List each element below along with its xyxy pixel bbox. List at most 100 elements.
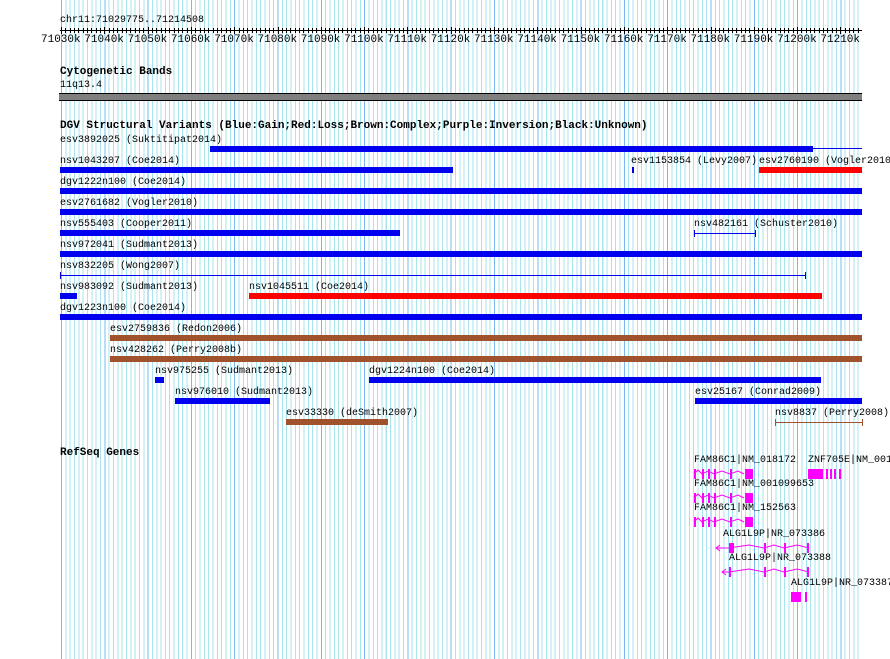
ruler-minor-tick [277,28,279,33]
ruler-tick-label: 71140k [517,34,557,46]
gene-intron [693,469,745,475]
ruler-minor-tick [208,28,210,33]
ruler-minor-tick [450,28,452,33]
gene-exon[interactable] [745,493,753,503]
gene-exon[interactable] [708,469,710,479]
ruler-minor-tick [766,28,768,33]
ruler-minor-tick [121,28,123,33]
ruler-minor-tick [234,28,236,33]
ruler-minor-tick [597,28,599,33]
ruler-minor-tick [255,28,257,33]
ruler-minor-tick [355,28,357,33]
ruler-minor-tick [571,28,573,33]
gene-exon[interactable] [694,517,696,527]
ruler-minor-tick [671,28,673,33]
gene-exon[interactable] [745,469,753,479]
ruler-minor-tick [377,28,379,33]
ruler-minor-tick [108,28,110,33]
ruler-minor-tick [325,28,327,33]
ruler-minor-tick [515,28,517,33]
gene-exon[interactable] [730,469,732,479]
ruler-tick-label: 71200k [777,34,817,46]
ruler-tick-label: 71110k [387,34,427,46]
ruler-minor-tick [307,28,309,33]
ruler-minor-tick [394,28,396,33]
gene-exon[interactable] [729,543,734,553]
ruler-minor-tick [537,28,539,33]
ruler-minor-tick [662,28,664,33]
ruler-minor-tick [476,28,478,33]
ruler-tick-label: 71040k [84,34,124,46]
ruler-minor-tick [775,28,777,33]
gene-exon[interactable] [708,493,710,503]
ruler-minor-tick [294,28,296,33]
ruler-minor-tick [658,28,660,33]
gene-label: FAM86C1|NM_152563 [694,503,797,514]
ruler-minor-tick [190,28,192,33]
gene-exon[interactable] [805,592,807,602]
ruler-minor-tick [840,28,842,33]
gene-exon[interactable] [708,517,710,527]
gene-exon[interactable] [702,493,704,503]
gene-exon[interactable] [729,567,731,577]
gene-exon[interactable] [714,517,716,527]
ruler-minor-tick [849,28,851,33]
ruler-tick-label: 71080k [257,34,298,46]
ruler-minor-tick [420,28,422,33]
gene-exon[interactable] [834,469,836,479]
ruler-minor-tick [688,28,690,33]
ruler-minor-tick [316,28,318,33]
gene-exon[interactable] [784,567,786,577]
gene-exon[interactable] [839,469,841,479]
gene-exon[interactable] [808,469,823,479]
ruler-minor-tick [463,28,465,33]
ruler-minor-tick [286,28,288,33]
gene-exon[interactable] [694,469,696,479]
gene-exon[interactable] [764,543,766,553]
ruler-minor-tick [619,28,621,33]
ruler-minor-tick [823,28,825,33]
ruler-minor-tick [697,28,699,33]
ruler-minor-tick [468,28,470,33]
ruler-tick-label: 71050k [127,34,168,46]
ruler-minor-tick [303,28,305,33]
ruler-minor-tick [424,28,426,33]
ruler-minor-tick [268,28,270,33]
gene-exon[interactable] [764,567,766,577]
ruler-minor-tick [706,28,708,33]
gene-exon[interactable] [702,469,704,479]
ruler-minor-tick [749,28,751,33]
ruler-minor-tick [368,28,370,33]
gene-exon[interactable] [745,517,753,527]
gene-exon[interactable] [807,567,809,577]
ruler-minor-tick [251,28,253,33]
ruler-minor-tick [86,28,88,33]
gene-exon[interactable] [702,517,704,527]
gene-exon[interactable] [826,469,828,479]
ruler-minor-tick [177,28,179,33]
gene-exon[interactable] [730,493,732,503]
gene-exon[interactable] [784,543,786,553]
ruler-minor-tick [481,28,482,33]
ruler-minor-tick [320,28,322,33]
gene-exon[interactable] [730,517,732,527]
gene-exon[interactable] [714,493,716,503]
ruler-minor-tick [359,28,361,33]
gene-exon[interactable] [807,543,809,553]
ruler-minor-tick [719,28,721,33]
gene-exon[interactable] [714,469,716,479]
ruler-minor-tick [610,28,612,33]
gene-exon[interactable] [694,493,696,503]
ruler-minor-tick [247,28,249,33]
ruler-minor-tick [238,28,240,33]
ruler-minor-tick [606,28,608,33]
gene-exon[interactable] [791,592,801,602]
gene-intron [693,517,745,523]
ruler-minor-tick [654,28,656,33]
ruler-minor-tick [727,28,729,33]
ruler-minor-tick [615,28,617,33]
ruler-minor-tick [182,28,184,33]
gene-exon[interactable] [830,469,832,479]
ruler-minor-tick [528,28,530,33]
ruler-minor-tick [117,28,119,33]
